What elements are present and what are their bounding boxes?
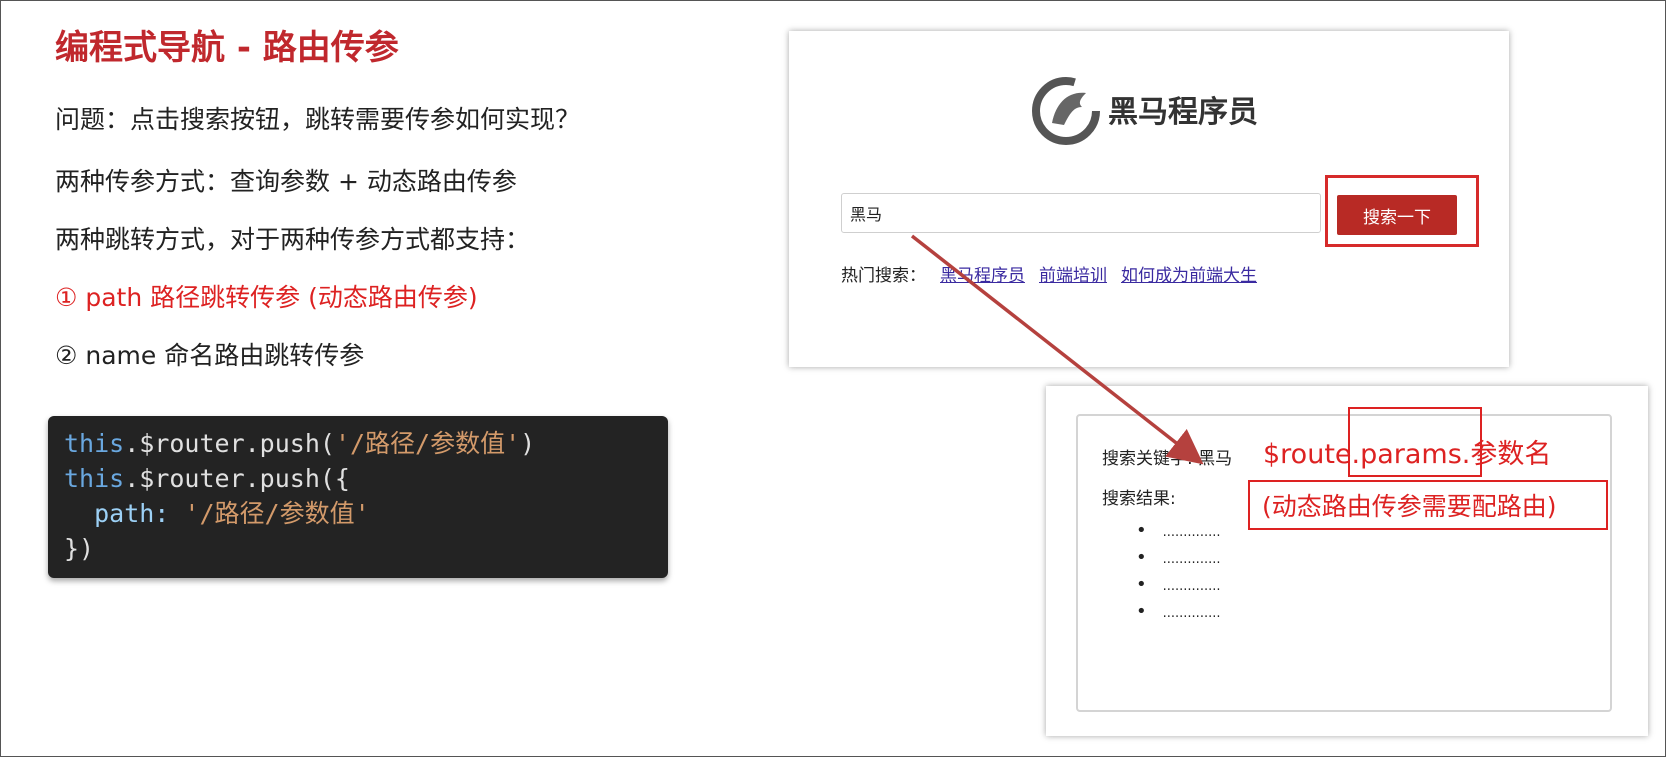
flow-arrow-icon bbox=[910, 234, 1204, 465]
